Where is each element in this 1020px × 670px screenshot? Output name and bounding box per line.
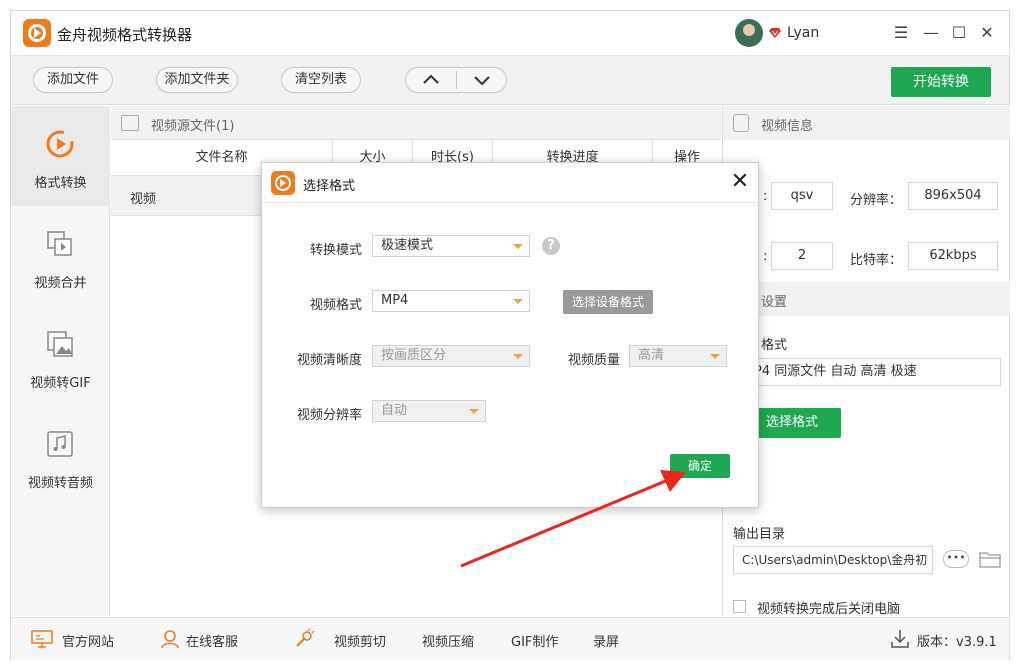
resolution-value: 自动 xyxy=(381,403,408,418)
version-text: 版本：v3.9.1 xyxy=(917,635,997,650)
support-link[interactable]: 在线客服 xyxy=(186,631,238,650)
dialog-close-icon[interactable]: ✕ xyxy=(728,171,752,195)
sidebar: 格式转换 视频合并 视频转GIF 视频转音频 xyxy=(11,106,110,616)
format-label: 格式 xyxy=(761,338,788,353)
video-format-value: MP4 xyxy=(381,293,409,308)
select-format-dialog: 选择格式 ✕ 转换模式 极速模式 ? 视频格式 MP4 选择设备格式 视频清晰度… xyxy=(261,162,759,508)
open-folder-icon[interactable] xyxy=(979,550,1001,568)
dropdown-caret-icon xyxy=(513,354,523,359)
bitrate-label: 比特率： xyxy=(850,253,903,268)
move-down-button[interactable] xyxy=(457,68,507,92)
convert-mode-label: 转换模式 xyxy=(309,243,362,258)
clarity-label: 视频清晰度 xyxy=(296,353,362,368)
app-logo-icon xyxy=(23,19,51,47)
screen-record-link[interactable]: 录屏 xyxy=(593,631,619,650)
move-up-button[interactable] xyxy=(406,68,456,92)
shutdown-checkbox-label: 视频转换完成后关闭电脑 xyxy=(757,602,901,617)
convert-mode-select[interactable]: 极速模式 xyxy=(372,235,530,257)
title-bar: 金舟视频格式转换器 Lyan ☰ — ☐ ✕ xyxy=(11,11,1009,55)
sidebar-item-video-merge[interactable]: 视频合并 xyxy=(11,206,110,306)
dropdown-caret-icon xyxy=(469,409,479,414)
video-info-header: 视频信息 xyxy=(723,106,1010,140)
output-dir-field[interactable]: C:\Users\admin\Desktop\金舟初 xyxy=(733,546,933,574)
dialog-title: 选择格式 xyxy=(303,179,356,194)
resolution-label: 分辨率： xyxy=(850,193,903,208)
video-file-icon xyxy=(121,115,139,131)
video-merge-icon xyxy=(47,231,72,256)
quality-select[interactable]: 高清 xyxy=(629,345,727,367)
select-device-format-button[interactable]: 选择设备格式 xyxy=(563,290,653,314)
video-info-title: 视频信息 xyxy=(761,119,814,134)
output-dir-label: 输出目录 xyxy=(733,527,786,542)
dropdown-caret-icon xyxy=(710,354,720,359)
vip-gem-icon xyxy=(769,28,781,38)
gif-make-link[interactable]: GIF制作 xyxy=(511,631,558,650)
format-summary: P4 同源文件 自动 高清 极速 xyxy=(743,358,1001,386)
maximize-icon[interactable]: ☐ xyxy=(949,23,969,43)
confirm-button[interactable]: 确定 xyxy=(670,454,730,478)
file-name-cell: 视频 xyxy=(130,192,157,207)
video-edit-link[interactable]: 视频剪切 xyxy=(334,631,386,650)
quality-value: 高清 xyxy=(638,348,665,363)
minimize-icon[interactable]: — xyxy=(921,23,941,43)
resolution-value: 896x504 xyxy=(908,182,998,210)
sidebar-item-video-to-audio[interactable]: 视频转音频 xyxy=(11,406,110,506)
help-icon[interactable]: ? xyxy=(542,237,560,255)
video-info-icon xyxy=(733,114,749,132)
video-format-select[interactable]: MP4 xyxy=(372,290,530,312)
resolution-label: 视频分辨率 xyxy=(296,408,362,423)
dropdown-caret-icon xyxy=(513,299,523,304)
app-title: 金舟视频格式转换器 xyxy=(57,26,193,44)
dialog-logo-icon xyxy=(271,171,295,195)
resolution-select[interactable]: 自动 xyxy=(372,400,486,422)
tools-icon xyxy=(296,628,315,647)
move-arrows xyxy=(405,67,507,93)
monitor-icon xyxy=(31,630,53,648)
bitrate-value: 62kbps xyxy=(908,242,998,270)
bottom-bar: 官方网站 在线客服 视频剪切 视频压缩 GIF制作 录屏 版本：v3.9.1 xyxy=(11,617,1009,660)
add-folder-button[interactable]: 添加文件夹 xyxy=(156,67,238,93)
quality-label: 视频质量 xyxy=(567,353,620,368)
output-settings-title: 设置 xyxy=(761,295,788,310)
video-format-label: 视频格式 xyxy=(309,298,362,313)
frame-value: 2 xyxy=(771,242,833,270)
download-icon xyxy=(891,630,909,648)
browse-more-button[interactable]: ••• xyxy=(943,550,969,568)
customer-service-icon xyxy=(161,630,179,649)
clarity-value: 按画质区分 xyxy=(381,348,447,363)
dialog-title-bar: 选择格式 ✕ xyxy=(262,163,758,203)
clarity-select[interactable]: 按画质区分 xyxy=(372,345,530,367)
video-to-audio-icon xyxy=(47,431,73,457)
menu-icon[interactable]: ☰ xyxy=(891,23,911,43)
clear-list-button[interactable]: 清空列表 xyxy=(281,67,361,93)
sidebar-item-label: 视频合并 xyxy=(34,276,87,291)
file-list-header: 视频源文件(1) xyxy=(111,106,721,140)
user-avatar[interactable] xyxy=(735,19,763,47)
video-compress-link[interactable]: 视频压缩 xyxy=(422,631,474,650)
format-convert-icon xyxy=(46,130,74,158)
sidebar-item-label: 视频转音频 xyxy=(27,476,93,491)
colon-mark: : xyxy=(763,249,768,264)
output-settings-header: 设置 xyxy=(723,282,1010,316)
colon-mark: : xyxy=(763,189,768,204)
chevron-up-icon xyxy=(423,74,439,84)
sidebar-item-format-convert[interactable]: 格式转换 xyxy=(11,106,110,206)
right-panel: 视频信息 : qsv 分辨率： 896x504 : 2 比特率： 62kbps … xyxy=(722,106,1010,617)
chevron-down-icon xyxy=(474,76,490,86)
file-list-title: 视频源文件(1) xyxy=(151,119,235,134)
shutdown-checkbox[interactable] xyxy=(733,600,746,613)
sidebar-item-video-to-gif[interactable]: 视频转GIF xyxy=(11,306,110,406)
add-file-button[interactable]: 添加文件 xyxy=(33,67,113,93)
toolbar: 添加文件 添加文件夹 清空列表 开始转换 xyxy=(11,55,1009,105)
video-to-gif-icon xyxy=(47,331,73,357)
sidebar-item-label: 格式转换 xyxy=(34,176,87,191)
username[interactable]: Lyan xyxy=(787,25,819,41)
start-convert-button[interactable]: 开始转换 xyxy=(891,67,991,97)
sidebar-item-label: 视频转GIF xyxy=(30,376,91,391)
convert-mode-value: 极速模式 xyxy=(381,238,434,253)
dropdown-caret-icon xyxy=(513,244,523,249)
codec-value: qsv xyxy=(771,182,833,210)
website-link[interactable]: 官方网站 xyxy=(62,631,114,650)
window-close-icon[interactable]: ✕ xyxy=(977,23,997,43)
